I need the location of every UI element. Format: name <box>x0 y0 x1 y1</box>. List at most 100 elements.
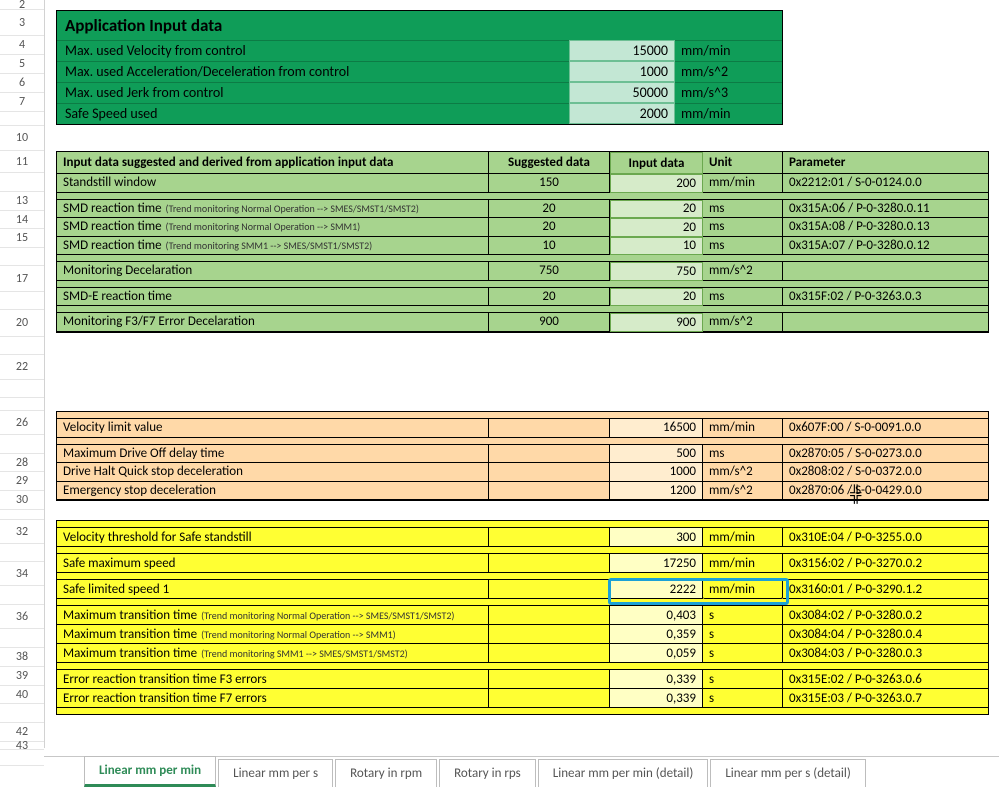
sheet-tab[interactable]: Linear mm per s (detail) <box>710 759 865 787</box>
cell-name: Standstill window <box>57 174 489 193</box>
app-row-unit: mm/s^3 <box>675 82 782 103</box>
sheet-tab[interactable]: Rotary in rps <box>439 759 536 787</box>
row-header[interactable]: 4 <box>0 36 44 55</box>
cell-input[interactable]: 750 <box>610 262 703 281</box>
cell-input[interactable]: 20 <box>610 218 703 237</box>
cell-unit: s <box>703 689 783 708</box>
row-header[interactable] <box>0 380 44 398</box>
sheet-tab[interactable]: Linear mm per min <box>84 756 216 787</box>
row-header[interactable] <box>0 248 44 266</box>
cell-input[interactable]: 2222 <box>610 580 703 599</box>
row-header[interactable]: 5 <box>0 55 44 74</box>
cell-input[interactable]: 500 <box>610 445 703 464</box>
cell-input[interactable]: 0,339 <box>610 670 703 689</box>
cell-unit: mm/s^2 <box>703 463 783 482</box>
row-header[interactable] <box>0 337 44 355</box>
cell-parameter: 0x315E:02 / P-0-3263.0.6 <box>783 670 988 689</box>
cell-input[interactable]: 17250 <box>610 554 703 573</box>
cell-input[interactable]: 300 <box>610 528 703 547</box>
cell-unit: s <box>703 644 783 663</box>
cell-parameter: 0x607F:00 / S-0-0091.0.0 <box>783 419 988 438</box>
cell-name: Safe limited speed 1 <box>57 580 489 599</box>
row-header[interactable]: 26 <box>0 411 44 435</box>
cell-empty <box>489 463 610 482</box>
row-header[interactable]: 28 <box>0 454 44 472</box>
cell-input[interactable]: 0,339 <box>610 689 703 708</box>
row-header[interactable] <box>0 435 44 454</box>
sheet-tab[interactable]: Linear mm per min (detail) <box>538 759 709 787</box>
row-header[interactable] <box>0 112 44 126</box>
cell-parameter: 0x315E:03 / P-0-3263.0.7 <box>783 689 988 708</box>
cell-suggested: 150 <box>489 174 610 193</box>
cell-unit: mm/min <box>703 580 783 599</box>
cell-empty <box>489 445 610 464</box>
row-header[interactable] <box>0 510 44 520</box>
yellow-table: Velocity threshold for Safe standstill30… <box>56 520 989 715</box>
row-header[interactable] <box>0 173 44 192</box>
row-header[interactable] <box>0 704 44 723</box>
row-header[interactable]: 13 <box>0 192 44 211</box>
row-header[interactable]: 15 <box>0 229 44 248</box>
row-header[interactable]: 38 <box>0 648 44 667</box>
row-header[interactable] <box>0 586 44 605</box>
sheet-tab[interactable]: Linear mm per s <box>218 759 333 787</box>
cell-parameter <box>783 262 988 281</box>
cell-empty <box>489 625 610 644</box>
row-header[interactable]: 11 <box>0 151 44 173</box>
cell-empty <box>489 554 610 573</box>
cell-name: Maximum transition time(Trend monitoring… <box>57 625 489 644</box>
row-header[interactable]: 39 <box>0 667 44 686</box>
row-header[interactable]: 6 <box>0 74 44 93</box>
cell-name: Maximum transition time(Trend monitoring… <box>57 606 489 625</box>
row-header[interactable] <box>0 544 44 562</box>
cell-input[interactable]: 900 <box>610 313 703 332</box>
cell-unit: ms <box>703 218 783 237</box>
row-header[interactable]: 17 <box>0 266 44 292</box>
cell-unit: mm/s^2 <box>703 262 783 281</box>
cell-input[interactable]: 0,359 <box>610 625 703 644</box>
app-row-value[interactable]: 1000 <box>569 61 675 82</box>
row-header[interactable]: 36 <box>0 605 44 629</box>
row-header[interactable] <box>0 748 44 766</box>
cell-input[interactable]: 1000 <box>610 463 703 482</box>
row-header[interactable] <box>0 629 44 648</box>
row-header[interactable]: 29 <box>0 472 44 491</box>
row-header[interactable] <box>0 398 44 411</box>
row-header[interactable] <box>0 292 44 310</box>
app-row-value[interactable]: 2000 <box>569 103 675 124</box>
row-header[interactable]: 30 <box>0 491 44 510</box>
cell-empty <box>489 606 610 625</box>
cell-unit: mm/min <box>703 528 783 547</box>
cell-unit: mm/min <box>703 554 783 573</box>
row-header[interactable]: 34 <box>0 562 44 586</box>
cell-name: SMD-E reaction time <box>57 288 489 307</box>
cell-input[interactable]: 20 <box>610 200 703 219</box>
app-row-label: Max. used Acceleration/Deceleration from… <box>57 61 569 82</box>
cell-input[interactable]: 0,403 <box>610 606 703 625</box>
cell-input[interactable]: 10 <box>610 237 703 256</box>
cell-input[interactable]: 20 <box>610 288 703 307</box>
row-header[interactable]: 40 <box>0 686 44 704</box>
row-header[interactable]: 3 <box>0 10 44 36</box>
sheet-tab[interactable]: Rotary in rpm <box>335 759 437 787</box>
cell-input[interactable]: 200 <box>610 174 703 193</box>
row-header[interactable]: 2 <box>0 0 44 10</box>
app-row-value[interactable]: 15000 <box>569 40 675 61</box>
spreadsheet-view: 2345671011131415172022262829303234363839… <box>0 0 999 787</box>
row-header[interactable]: 22 <box>0 355 44 380</box>
cell-input[interactable]: 1200 <box>610 482 703 501</box>
cell-suggested: 20 <box>489 200 610 219</box>
app-row-value[interactable]: 50000 <box>569 82 675 103</box>
cell-input[interactable]: 0,059 <box>610 644 703 663</box>
row-header[interactable]: 7 <box>0 93 44 112</box>
cell-unit: mm/min <box>703 174 783 193</box>
cell-input[interactable]: 16500 <box>610 419 703 438</box>
cell-empty <box>489 528 610 547</box>
row-header[interactable]: 14 <box>0 211 44 229</box>
row-header[interactable]: 20 <box>0 310 44 337</box>
app-row-label: Safe Speed used <box>57 103 569 124</box>
grid-surface[interactable]: Application Input data Max. used Velocit… <box>44 0 999 748</box>
row-header[interactable]: 32 <box>0 520 44 544</box>
row-header[interactable]: 10 <box>0 126 44 151</box>
application-input-block: Application Input data Max. used Velocit… <box>56 10 783 125</box>
